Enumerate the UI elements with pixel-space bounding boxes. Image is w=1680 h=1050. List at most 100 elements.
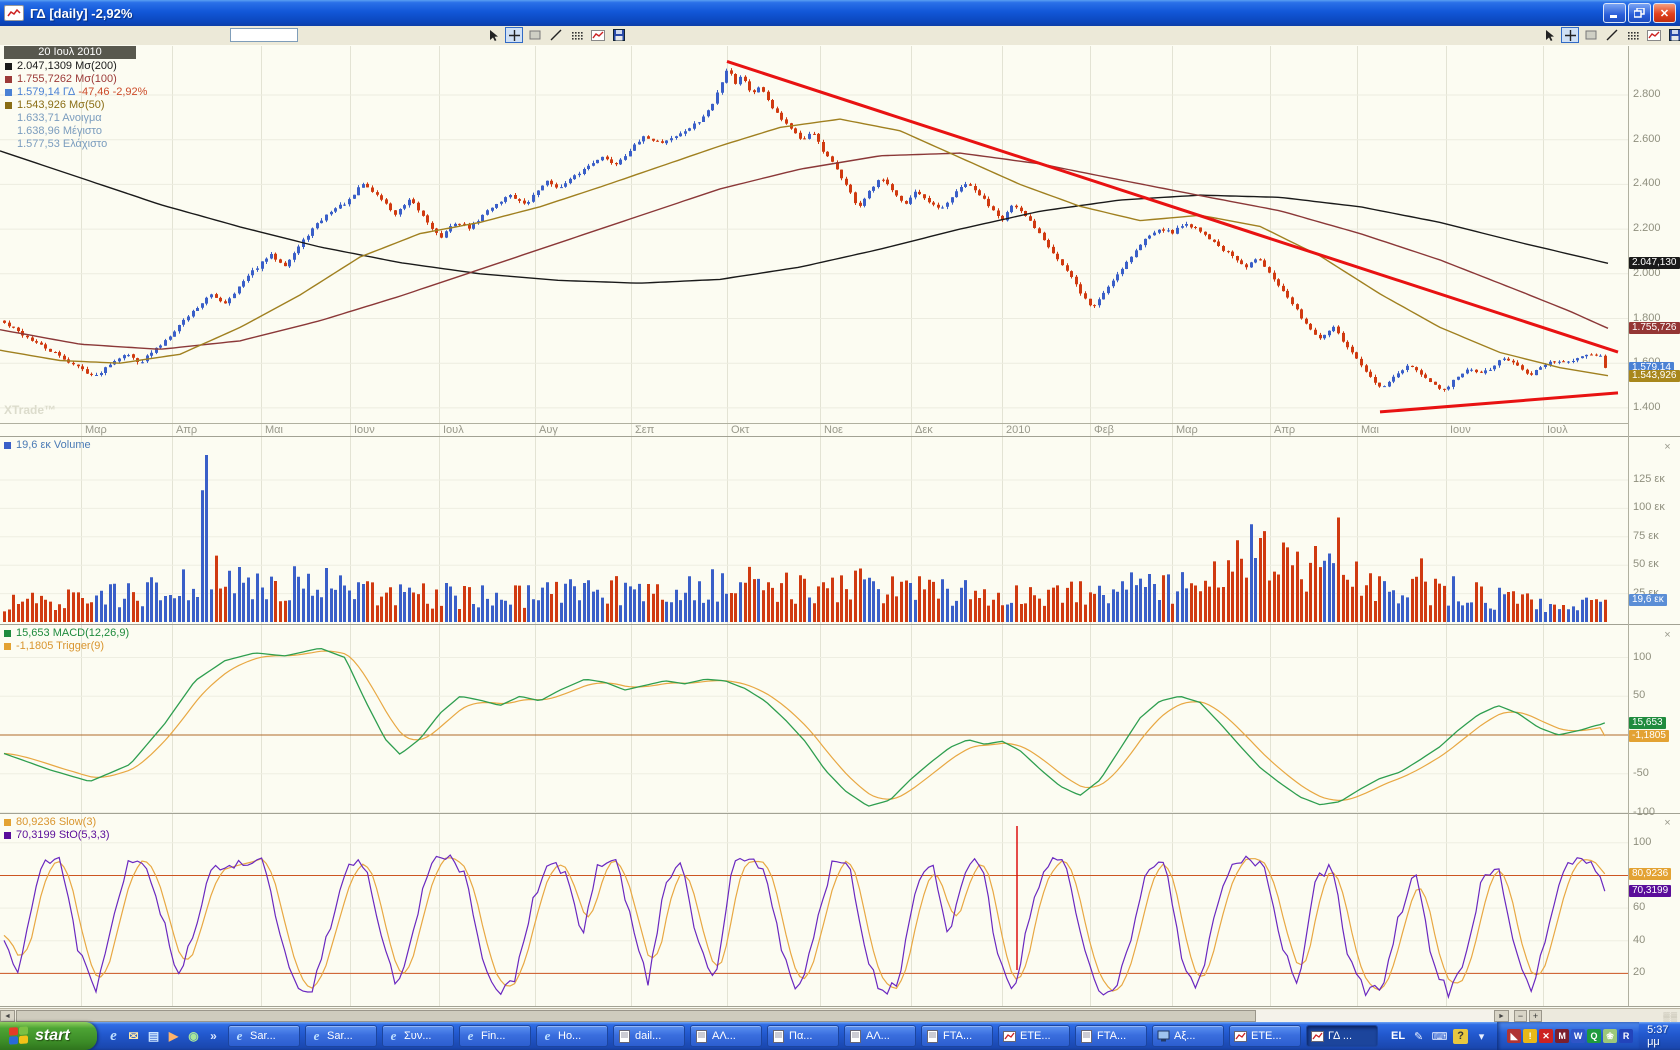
x-axis-month-label: Μαι xyxy=(1361,424,1379,436)
taskbar-button-fta[interactable]: FTA... xyxy=(1075,1025,1147,1047)
taskbar-button-label: ETE... xyxy=(1020,1030,1051,1042)
x-axis-month-label: Οκτ xyxy=(731,424,749,436)
box-tool[interactable] xyxy=(526,27,544,43)
taskbar-clock[interactable]: 5:37 μμ xyxy=(1639,1024,1680,1048)
taskbar-button-fin[interactable]: eFin... xyxy=(459,1025,531,1047)
x-axis-month-label: Αυγ xyxy=(539,424,558,436)
keyboard-icon[interactable]: ⌨ xyxy=(1432,1029,1447,1044)
line-tool[interactable] xyxy=(1603,27,1621,43)
document-icon xyxy=(695,1030,708,1043)
taskbar-button-αξ[interactable]: Αξ... xyxy=(1152,1025,1224,1047)
scrollbar-track[interactable] xyxy=(1256,1010,1494,1022)
crosshair-tool[interactable] xyxy=(1561,27,1579,43)
internet-explorer-icon[interactable]: e xyxy=(105,1028,122,1045)
status-error-icon[interactable]: ✕ xyxy=(1539,1029,1553,1043)
scroll-right-button[interactable]: ► xyxy=(1494,1010,1509,1022)
line-tool[interactable] xyxy=(547,27,565,43)
minimize-button[interactable] xyxy=(1603,3,1626,23)
macd-pane-close-icon[interactable]: × xyxy=(1662,630,1673,641)
pointer-tool[interactable] xyxy=(484,27,502,43)
price-axis-tick: 1.400 xyxy=(1633,401,1661,413)
taskbar-button-sar[interactable]: eSar... xyxy=(228,1025,300,1047)
restore-button[interactable] xyxy=(1628,3,1651,23)
media-player-icon[interactable]: ▶ xyxy=(165,1028,182,1045)
taskbar-button-ete[interactable]: ETE... xyxy=(998,1025,1070,1047)
taskbar: start e✉▤▶◉» eSar...eSar...eΣυν...eFin..… xyxy=(0,1022,1680,1050)
price-axis-tick: 2.600 xyxy=(1633,133,1661,145)
grid-tool[interactable] xyxy=(568,27,586,43)
stoch-pane-close-icon[interactable]: × xyxy=(1662,818,1673,829)
taskbar-button-label: Πα... xyxy=(789,1030,812,1042)
volume-axis-tick: 125 εκ xyxy=(1633,473,1665,485)
app-chart-icon xyxy=(4,5,24,21)
office-doc-icon[interactable]: W xyxy=(1571,1029,1585,1043)
taskbar-button-sar[interactable]: eSar... xyxy=(305,1025,377,1047)
stoch-axis-tick: 60 xyxy=(1633,901,1645,913)
taskbar-button-αλ[interactable]: ΑΛ... xyxy=(690,1025,762,1047)
taskbar-button-fta[interactable]: FTA... xyxy=(921,1025,993,1047)
x-axis-month-label: Μαι xyxy=(265,424,283,436)
antivirus-icon[interactable]: ◣ xyxy=(1507,1029,1521,1043)
x-axis-month-label: Νοε xyxy=(824,424,843,436)
save-tool[interactable] xyxy=(610,27,628,43)
horizontal-scrollbar[interactable]: ◄ ► − + ▒▒ xyxy=(0,1008,1680,1022)
options-arrow-icon[interactable]: ▾ xyxy=(1474,1029,1489,1044)
document-icon xyxy=(772,1030,785,1043)
internet-explorer-icon: e xyxy=(541,1030,554,1043)
crosshair-tool[interactable] xyxy=(505,27,523,43)
mail-notifier-icon[interactable]: M xyxy=(1555,1029,1569,1043)
toolbar-tools-center xyxy=(484,26,628,44)
show-desktop-icon[interactable]: ▤ xyxy=(145,1028,162,1045)
resize-grip[interactable]: ▒▒ xyxy=(1663,1012,1678,1022)
toolbar-tools-right xyxy=(1540,26,1680,44)
help-icon[interactable]: ? xyxy=(1453,1029,1468,1044)
legend-marker xyxy=(5,102,12,109)
network-status-icon[interactable]: ❀ xyxy=(1603,1029,1617,1043)
volume-axis-tick: 100 εκ xyxy=(1633,501,1665,513)
symbol-input[interactable] xyxy=(230,28,298,42)
zoom-in-button[interactable]: + xyxy=(1529,1010,1542,1022)
taskbar-button-ho[interactable]: eHo... xyxy=(536,1025,608,1047)
chart-tool[interactable] xyxy=(589,27,607,43)
x-axis-month-label: Δεκ xyxy=(915,424,933,436)
taskbar-button-πα[interactable]: Πα... xyxy=(767,1025,839,1047)
box-tool[interactable] xyxy=(1582,27,1600,43)
zoom-out-button[interactable]: − xyxy=(1514,1010,1527,1022)
close-button[interactable]: ✕ xyxy=(1653,3,1676,23)
language-indicator[interactable]: EL xyxy=(1391,1030,1405,1042)
taskbar-button-συν[interactable]: eΣυν... xyxy=(382,1025,454,1047)
chart-area[interactable]: 20 Ιουλ 2010 2.047,1309 Μσ(200)1.755,726… xyxy=(0,45,1680,1008)
volume-axis-tick: 75 εκ xyxy=(1633,530,1659,542)
updater-icon[interactable]: R xyxy=(1619,1029,1633,1043)
taskbar-button-dail[interactable]: dail... xyxy=(613,1025,685,1047)
pointer-tool[interactable] xyxy=(1540,27,1558,43)
axis-value-tag: 70,3199 xyxy=(1629,885,1671,897)
security-alert-icon[interactable]: ! xyxy=(1523,1029,1537,1043)
stoch-legend: 80,9236 Slow(3) xyxy=(4,816,96,829)
scrollbar-thumb[interactable] xyxy=(16,1010,1256,1022)
chart-app-icon xyxy=(1311,1030,1324,1043)
pen-input-icon[interactable]: ✎ xyxy=(1411,1029,1426,1044)
email-icon[interactable]: ✉ xyxy=(125,1028,142,1045)
x-axis-month-label: Ιουν xyxy=(1450,424,1471,436)
crosshair-date-tooltip: 20 Ιουλ 2010 xyxy=(4,46,136,59)
taskbar-button-αλ[interactable]: ΑΛ... xyxy=(844,1025,916,1047)
legend-row: 1.543,926 Μσ(50) xyxy=(5,99,147,112)
legend-row: 2.047,1309 Μσ(200) xyxy=(5,60,147,73)
save-tool[interactable] xyxy=(1666,27,1680,43)
volume-pane-close-icon[interactable]: × xyxy=(1662,442,1673,453)
taskbar-button-γδ[interactable]: ΓΔ ... xyxy=(1306,1025,1378,1047)
grid-tool[interactable] xyxy=(1624,27,1642,43)
quicktime-icon[interactable]: Q xyxy=(1587,1029,1601,1043)
taskbar-button-ete[interactable]: ETE... xyxy=(1229,1025,1301,1047)
taskbar-button-label: FTA... xyxy=(1097,1030,1126,1042)
taskbar-button-label: Sar... xyxy=(327,1030,353,1042)
taskbar-button-label: ETE... xyxy=(1251,1030,1282,1042)
quick-launch-chevron-icon[interactable]: » xyxy=(205,1028,222,1045)
stoch-legend: 70,3199 StO(5,3,3) xyxy=(4,829,110,842)
messenger-icon[interactable]: ◉ xyxy=(185,1028,202,1045)
start-button[interactable]: start xyxy=(0,1022,97,1050)
taskbar-buttons: eSar...eSar...eΣυν...eFin...eHo...dail..… xyxy=(228,1025,1383,1047)
scroll-left-button[interactable]: ◄ xyxy=(0,1010,15,1022)
chart-tool[interactable] xyxy=(1645,27,1663,43)
